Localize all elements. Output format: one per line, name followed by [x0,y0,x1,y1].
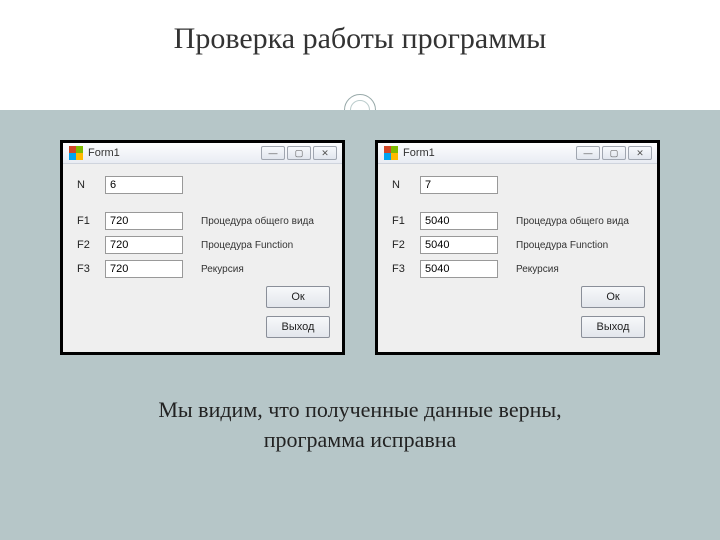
app-window-1: Form1 — ▢ ✕ N F1 П [60,140,345,355]
input-f1[interactable] [420,212,498,230]
forms-row: Form1 — ▢ ✕ N F1 П [0,140,720,355]
input-f3[interactable] [105,260,183,278]
body-region: Form1 — ▢ ✕ N F1 П [0,110,720,540]
row-n: N [392,176,645,194]
label-n: N [392,179,420,191]
window-title: Form1 [88,147,120,159]
window-title: Form1 [403,147,435,159]
label-f1: F1 [392,215,420,227]
exit-button[interactable]: Выход [266,316,330,338]
app-icon [69,146,83,160]
button-row-ok: Ок [392,286,645,308]
row-f1: F1 Процедура общего вида [392,212,645,230]
row-f1: F1 Процедура общего вида [77,212,330,230]
desc-f2: Процедура Function [201,240,293,251]
minimize-button[interactable]: — [261,146,285,160]
close-button[interactable]: ✕ [313,146,337,160]
close-icon: ✕ [636,149,644,158]
desc-f2: Процедура Function [516,240,608,251]
client-area: N F1 Процедура общего вида F2 Процедура … [378,164,657,352]
label-f3: F3 [77,263,105,275]
row-f2: F2 Процедура Function [392,236,645,254]
caption-line-2: программа исправна [264,427,457,452]
row-f3: F3 Рекурсия [77,260,330,278]
input-n[interactable] [420,176,498,194]
maximize-button[interactable]: ▢ [287,146,311,160]
minimize-button[interactable]: — [576,146,600,160]
desc-f3: Рекурсия [516,264,559,275]
app-icon [384,146,398,160]
input-f2[interactable] [105,236,183,254]
button-row-ok: Ок [77,286,330,308]
ok-button[interactable]: Ок [266,286,330,308]
label-f2: F2 [392,239,420,251]
input-f3[interactable] [420,260,498,278]
maximize-icon: ▢ [295,149,304,158]
caption-line-1: Мы видим, что полученные данные верны, [158,397,561,422]
desc-f3: Рекурсия [201,264,244,275]
maximize-icon: ▢ [610,149,619,158]
button-row-exit: Выход [392,316,645,338]
close-icon: ✕ [321,149,329,158]
titlebar: Form1 — ▢ ✕ [63,143,342,164]
titlebar-controls: — ▢ ✕ [576,146,652,160]
desc-f1: Процедура общего вида [201,216,314,227]
input-f1[interactable] [105,212,183,230]
input-f2[interactable] [420,236,498,254]
titlebar-left: Form1 [69,146,120,160]
button-row-exit: Выход [77,316,330,338]
label-n: N [77,179,105,191]
minimize-icon: — [269,149,278,158]
row-n: N [77,176,330,194]
titlebar-controls: — ▢ ✕ [261,146,337,160]
label-f2: F2 [77,239,105,251]
ok-button[interactable]: Ок [581,286,645,308]
client-area: N F1 Процедура общего вида F2 Процедура … [63,164,342,352]
titlebar: Form1 — ▢ ✕ [378,143,657,164]
input-n[interactable] [105,176,183,194]
slide-title: Проверка работы программы [0,22,720,56]
label-f3: F3 [392,263,420,275]
label-f1: F1 [77,215,105,227]
caption: Мы видим, что полученные данные верны, п… [0,395,720,454]
exit-button[interactable]: Выход [581,316,645,338]
titlebar-left: Form1 [384,146,435,160]
row-f3: F3 Рекурсия [392,260,645,278]
desc-f1: Процедура общего вида [516,216,629,227]
close-button[interactable]: ✕ [628,146,652,160]
minimize-icon: — [584,149,593,158]
row-f2: F2 Процедура Function [77,236,330,254]
maximize-button[interactable]: ▢ [602,146,626,160]
slide: Проверка работы программы Form1 — ▢ [0,0,720,540]
app-window-2: Form1 — ▢ ✕ N F1 П [375,140,660,355]
